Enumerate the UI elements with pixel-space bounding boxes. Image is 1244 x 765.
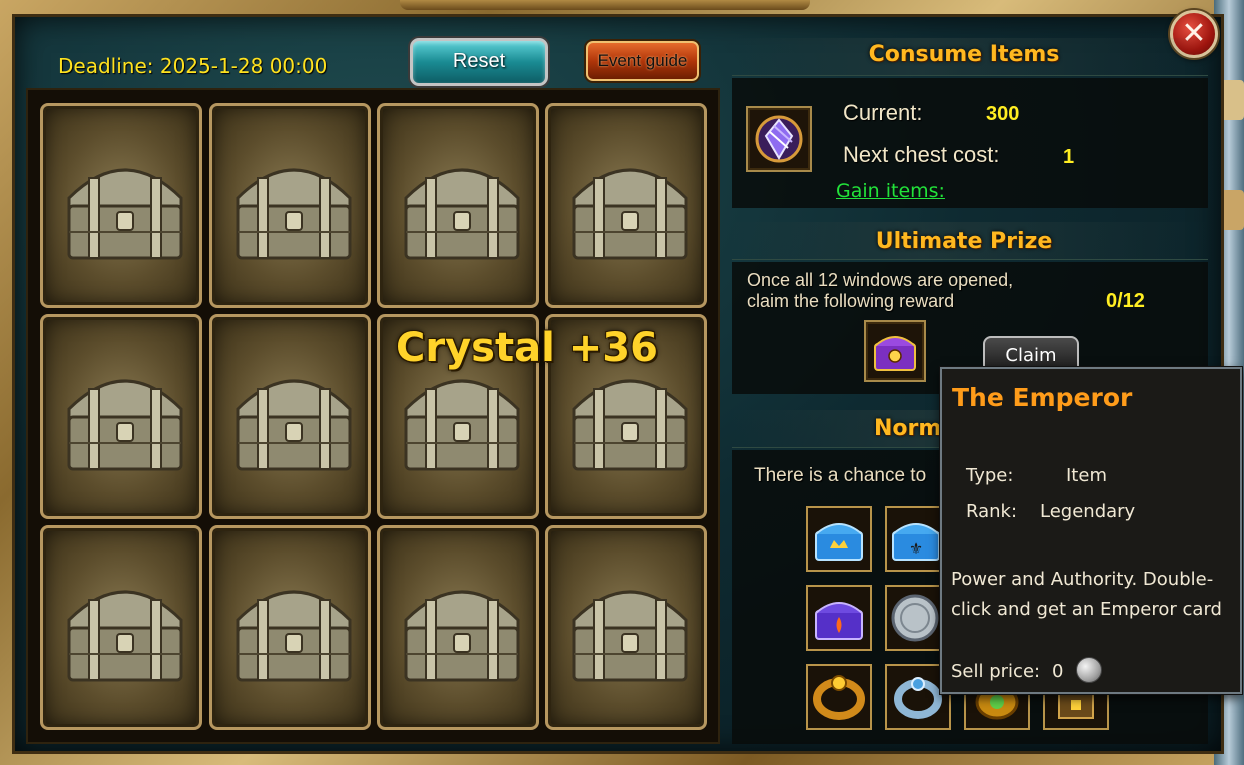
chest-icon (236, 168, 352, 260)
tooltip-sell-value: 0 (1052, 661, 1064, 682)
event-guide-button[interactable]: Event guide (586, 41, 699, 81)
chest-card[interactable] (209, 525, 371, 730)
deadline-text: Deadline: 2025-1-28 00:00 (58, 54, 328, 78)
tooltip-type-value: Item (1066, 465, 1107, 486)
silver-coin-icon[interactable] (885, 585, 941, 651)
next-cost-value: 1 (1063, 146, 1075, 168)
chest-icon (404, 590, 520, 682)
tooltip-description: Power and Authority. Double-click and ge… (951, 569, 1222, 620)
chest-card[interactable] (209, 314, 371, 519)
gold-ring-icon[interactable] (806, 664, 872, 730)
chest-icon (236, 379, 352, 471)
chest-icon (404, 379, 520, 471)
chest-icon (67, 590, 183, 682)
top-banner (400, 0, 810, 10)
chest-art (815, 523, 863, 561)
crystal-item-icon[interactable] (746, 106, 812, 172)
blue-crown-chest-icon[interactable] (806, 506, 872, 572)
chest-card[interactable] (40, 525, 202, 730)
chest-icon (572, 168, 688, 260)
chest-card[interactable] (40, 103, 202, 308)
next-cost-label: Next chest cost: (843, 142, 1000, 167)
ring-art (813, 675, 865, 720)
chest-icon (404, 168, 520, 260)
chest-art: ⚜ (892, 523, 940, 561)
chest-icon (236, 590, 352, 682)
normal-desc: There is a chance to (754, 465, 927, 486)
chest-card[interactable] (377, 525, 539, 730)
chest-card[interactable] (545, 103, 707, 308)
chest-icon (572, 590, 688, 682)
coin-art (891, 594, 939, 642)
emperor-chest-icon[interactable] (864, 320, 926, 382)
tooltip-sell-label: Sell price: (951, 661, 1041, 682)
current-value: 300 (986, 103, 1020, 125)
chest-card[interactable] (545, 525, 707, 730)
reset-button[interactable]: Reset (410, 38, 548, 86)
gain-items-link[interactable]: Gain items: (836, 180, 945, 202)
chest-card[interactable] (40, 314, 202, 519)
tooltip-type-label: Type: (966, 465, 1014, 486)
chest-art (815, 602, 863, 640)
chest-icon (67, 379, 183, 471)
purple-flame-chest-icon[interactable] (806, 585, 872, 651)
current-label: Current: (843, 100, 923, 125)
reward-popup-text: Crystal +36 (396, 325, 658, 371)
ultimate-title: Ultimate Prize (875, 229, 1053, 254)
crystal-icon-art (755, 115, 803, 163)
tooltip-rank-value: Legendary (1040, 501, 1136, 522)
normal-title: Norm (874, 416, 942, 441)
tooltip-title: The Emperor (952, 383, 1133, 412)
chest-card[interactable] (209, 103, 371, 308)
ultimate-desc-line1: Once all 12 windows are opened, (747, 270, 1014, 290)
item-tooltip: The Emperor Type: Item Rank: Legendary P… (940, 367, 1242, 694)
blue-fleur-chest-icon[interactable]: ⚜ (885, 506, 941, 572)
emperor-chest-art (874, 336, 916, 371)
ultimate-progress: 0/12 (1106, 290, 1145, 312)
chest-card[interactable] (377, 103, 539, 308)
chest-icon (67, 168, 183, 260)
consume-title: Consume Items (868, 42, 1060, 67)
tooltip-rank-label: Rank: (966, 501, 1018, 522)
svg-text:⚜: ⚜ (909, 539, 923, 558)
ultimate-desc-line2: claim the following reward (747, 291, 955, 311)
silver-coin-icon (1076, 657, 1102, 683)
chest-icon (572, 379, 688, 471)
